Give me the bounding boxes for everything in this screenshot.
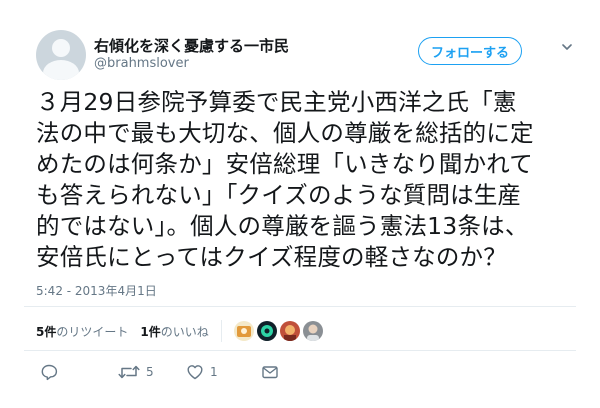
engager-avatars	[233, 321, 326, 341]
follow-button[interactable]: フォローする	[418, 37, 522, 65]
divider	[220, 320, 222, 342]
avatar[interactable]	[233, 321, 254, 341]
avatar-head-shape	[52, 39, 70, 57]
like-stat[interactable]: 1件 のいいね	[140, 323, 208, 340]
tweet-text-line: めたのは何条か」安倍総理「いきなり聞かれて	[36, 150, 533, 178]
like-count: 1件	[140, 324, 161, 339]
retweet-label: のリツイート	[56, 324, 129, 339]
tweet-timestamp[interactable]: 5:42 - 2013年4月1日	[36, 282, 157, 299]
tweet-text-line: 安倍氏にとってはクイズ程度の軽さなのか？	[36, 243, 507, 271]
divider	[24, 350, 576, 351]
like-action-count: 1	[210, 365, 218, 379]
tweet-text-line: も答えられない」「クイズのような質問は生産	[36, 181, 522, 209]
chevron-down-icon[interactable]	[562, 42, 572, 52]
like-label: のいいね	[160, 324, 209, 339]
like-button[interactable]: 1	[186, 362, 218, 382]
avatar[interactable]	[279, 321, 300, 341]
divider	[24, 306, 576, 307]
user-handle[interactable]: @brahmslover	[94, 56, 189, 71]
retweet-stat[interactable]: 5件 のリツイート	[36, 323, 128, 340]
tweet-text-line: 法の中で最も大切な、個人の尊厳を総括的に定	[36, 119, 534, 147]
tweet-header: 右傾化を深く憂慮する一市民 @brahmslover フォローする	[14, 30, 586, 80]
retweet-action-count: 5	[146, 365, 154, 379]
avatar-body-shape	[43, 60, 79, 80]
avatar[interactable]	[302, 321, 323, 341]
reply-button[interactable]	[40, 362, 58, 382]
retweet-count: 5件	[36, 324, 57, 339]
mail-icon	[262, 366, 278, 379]
tweet-text-line: ３月29日参院予算委で民主党小西洋之氏「憲	[36, 88, 517, 116]
avatar[interactable]	[36, 30, 86, 80]
tweet-stats: 5件 のリツイート 1件 のいいね	[36, 320, 326, 342]
tweet-text: ３月29日参院予算委で民主党小西洋之氏「憲 法の中で最も大切な、個人の尊厳を総括…	[36, 87, 566, 273]
display-name[interactable]: 右傾化を深く憂慮する一市民	[94, 35, 289, 56]
reply-icon	[41, 364, 58, 381]
message-button[interactable]	[261, 362, 279, 382]
heart-icon	[187, 365, 203, 380]
retweet-icon	[118, 365, 140, 379]
avatar[interactable]	[256, 321, 277, 341]
retweet-button[interactable]: 5	[118, 362, 154, 382]
tweet-actions: 5 1	[36, 362, 576, 382]
tweet-text-line: 的ではない」。個人の尊厳を謳う憲法13条は、	[36, 212, 529, 240]
